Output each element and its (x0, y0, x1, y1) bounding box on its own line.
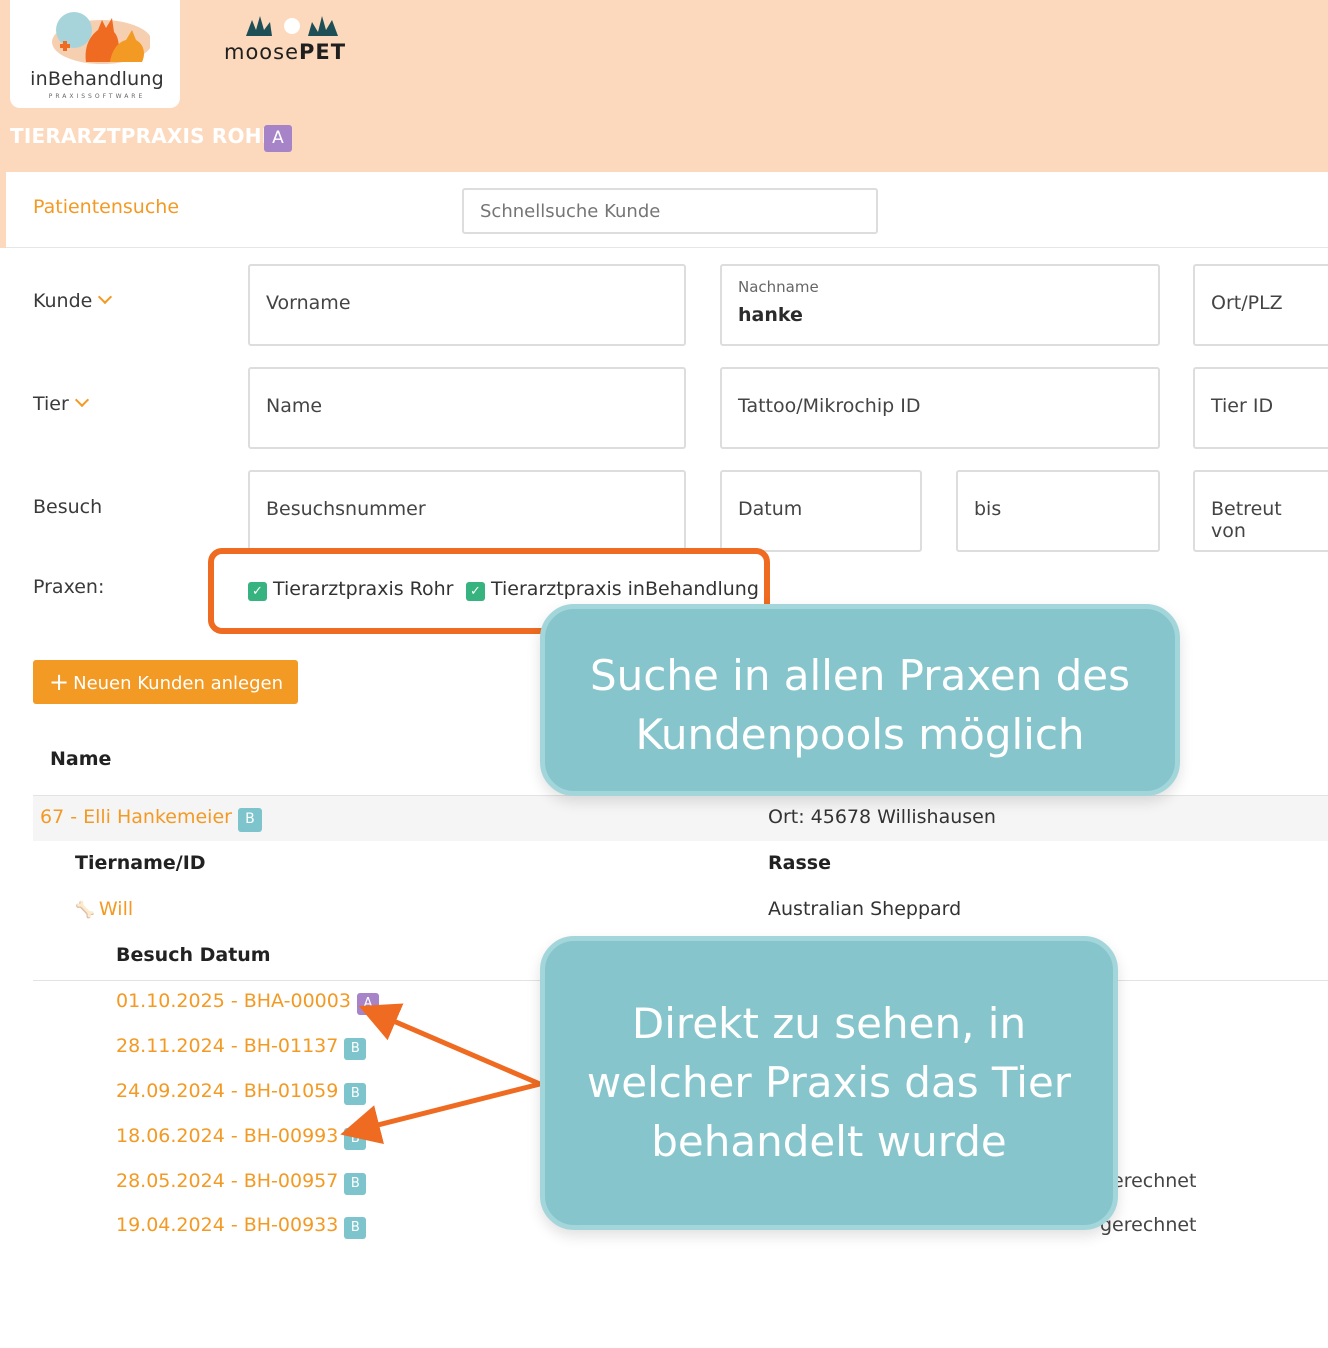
callout-line: behandelt wurde (651, 1117, 1007, 1166)
callout-line: Direkt zu sehen, in (631, 999, 1027, 1048)
arrow-to-visit-a (358, 1003, 541, 1087)
callout-practice-visible: Direkt zu sehen, in welcher Praxis das T… (540, 936, 1118, 1230)
arrow-to-visit-b (340, 1081, 541, 1145)
callout-line: welcher Praxis das Tier (586, 1058, 1072, 1107)
